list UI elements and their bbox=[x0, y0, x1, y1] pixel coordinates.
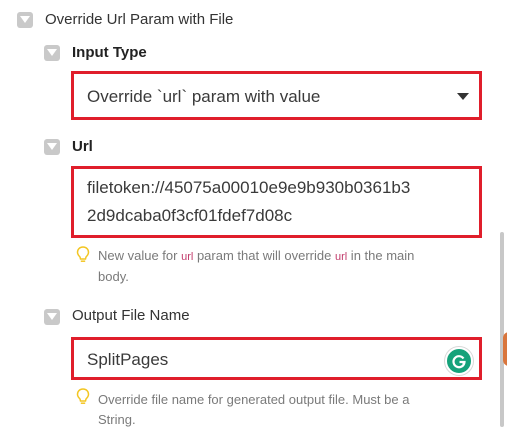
url-help-line2: body. bbox=[98, 269, 129, 284]
url-help-code2: url bbox=[334, 251, 348, 263]
output-file-name-input[interactable]: SplitPages bbox=[71, 337, 482, 380]
url-label: Url bbox=[72, 138, 93, 155]
url-help-text: New value for url param that will overri… bbox=[98, 246, 478, 287]
url-help-part1: New value for bbox=[98, 248, 182, 263]
chevron-down-icon bbox=[20, 16, 30, 23]
url-input[interactable]: filetoken://45075a00010e9e9b930b0361b3 2… bbox=[71, 166, 482, 238]
grammarly-icon[interactable] bbox=[445, 347, 473, 375]
input-type-label: Input Type bbox=[72, 44, 147, 61]
url-help-part2: param that will override bbox=[193, 248, 335, 263]
output-file-name-help: Override file name for generated output … bbox=[98, 390, 478, 427]
output-help-line1: Override file name for generated output … bbox=[98, 392, 410, 407]
override-section-label: Override Url Param with File bbox=[45, 11, 234, 28]
lightbulb-icon bbox=[76, 246, 90, 262]
settings-panel: Override Url Param with File Input Type … bbox=[0, 0, 507, 427]
input-type-selected-value: Override `url` param with value bbox=[87, 87, 321, 106]
chevron-down-icon bbox=[47, 143, 57, 150]
chevron-down-icon bbox=[47, 313, 57, 320]
output-file-name-label: Output File Name bbox=[72, 307, 190, 324]
url-value-line1: filetoken://45075a00010e9e9b930b0361b3 bbox=[87, 178, 411, 197]
input-type-checkbox[interactable] bbox=[44, 45, 60, 61]
url-checkbox[interactable] bbox=[44, 139, 60, 155]
url-help-part3: in the main bbox=[347, 248, 415, 263]
side-panel-tab[interactable] bbox=[503, 332, 507, 366]
caret-down-icon[interactable] bbox=[457, 93, 469, 100]
chevron-down-icon bbox=[47, 49, 57, 56]
lightbulb-icon bbox=[76, 388, 90, 404]
output-file-name-checkbox[interactable] bbox=[44, 309, 60, 325]
scrollbar-thumb[interactable] bbox=[500, 232, 504, 427]
input-type-select[interactable]: Override `url` param with value bbox=[71, 71, 482, 120]
url-value-line2: 2d9dcaba0f3cf01fdef7d08c bbox=[87, 206, 293, 225]
output-help-line2: String. bbox=[98, 412, 136, 427]
output-file-name-value: SplitPages bbox=[87, 350, 169, 369]
url-help-code1: url bbox=[181, 251, 194, 263]
override-section-checkbox[interactable] bbox=[17, 12, 33, 28]
